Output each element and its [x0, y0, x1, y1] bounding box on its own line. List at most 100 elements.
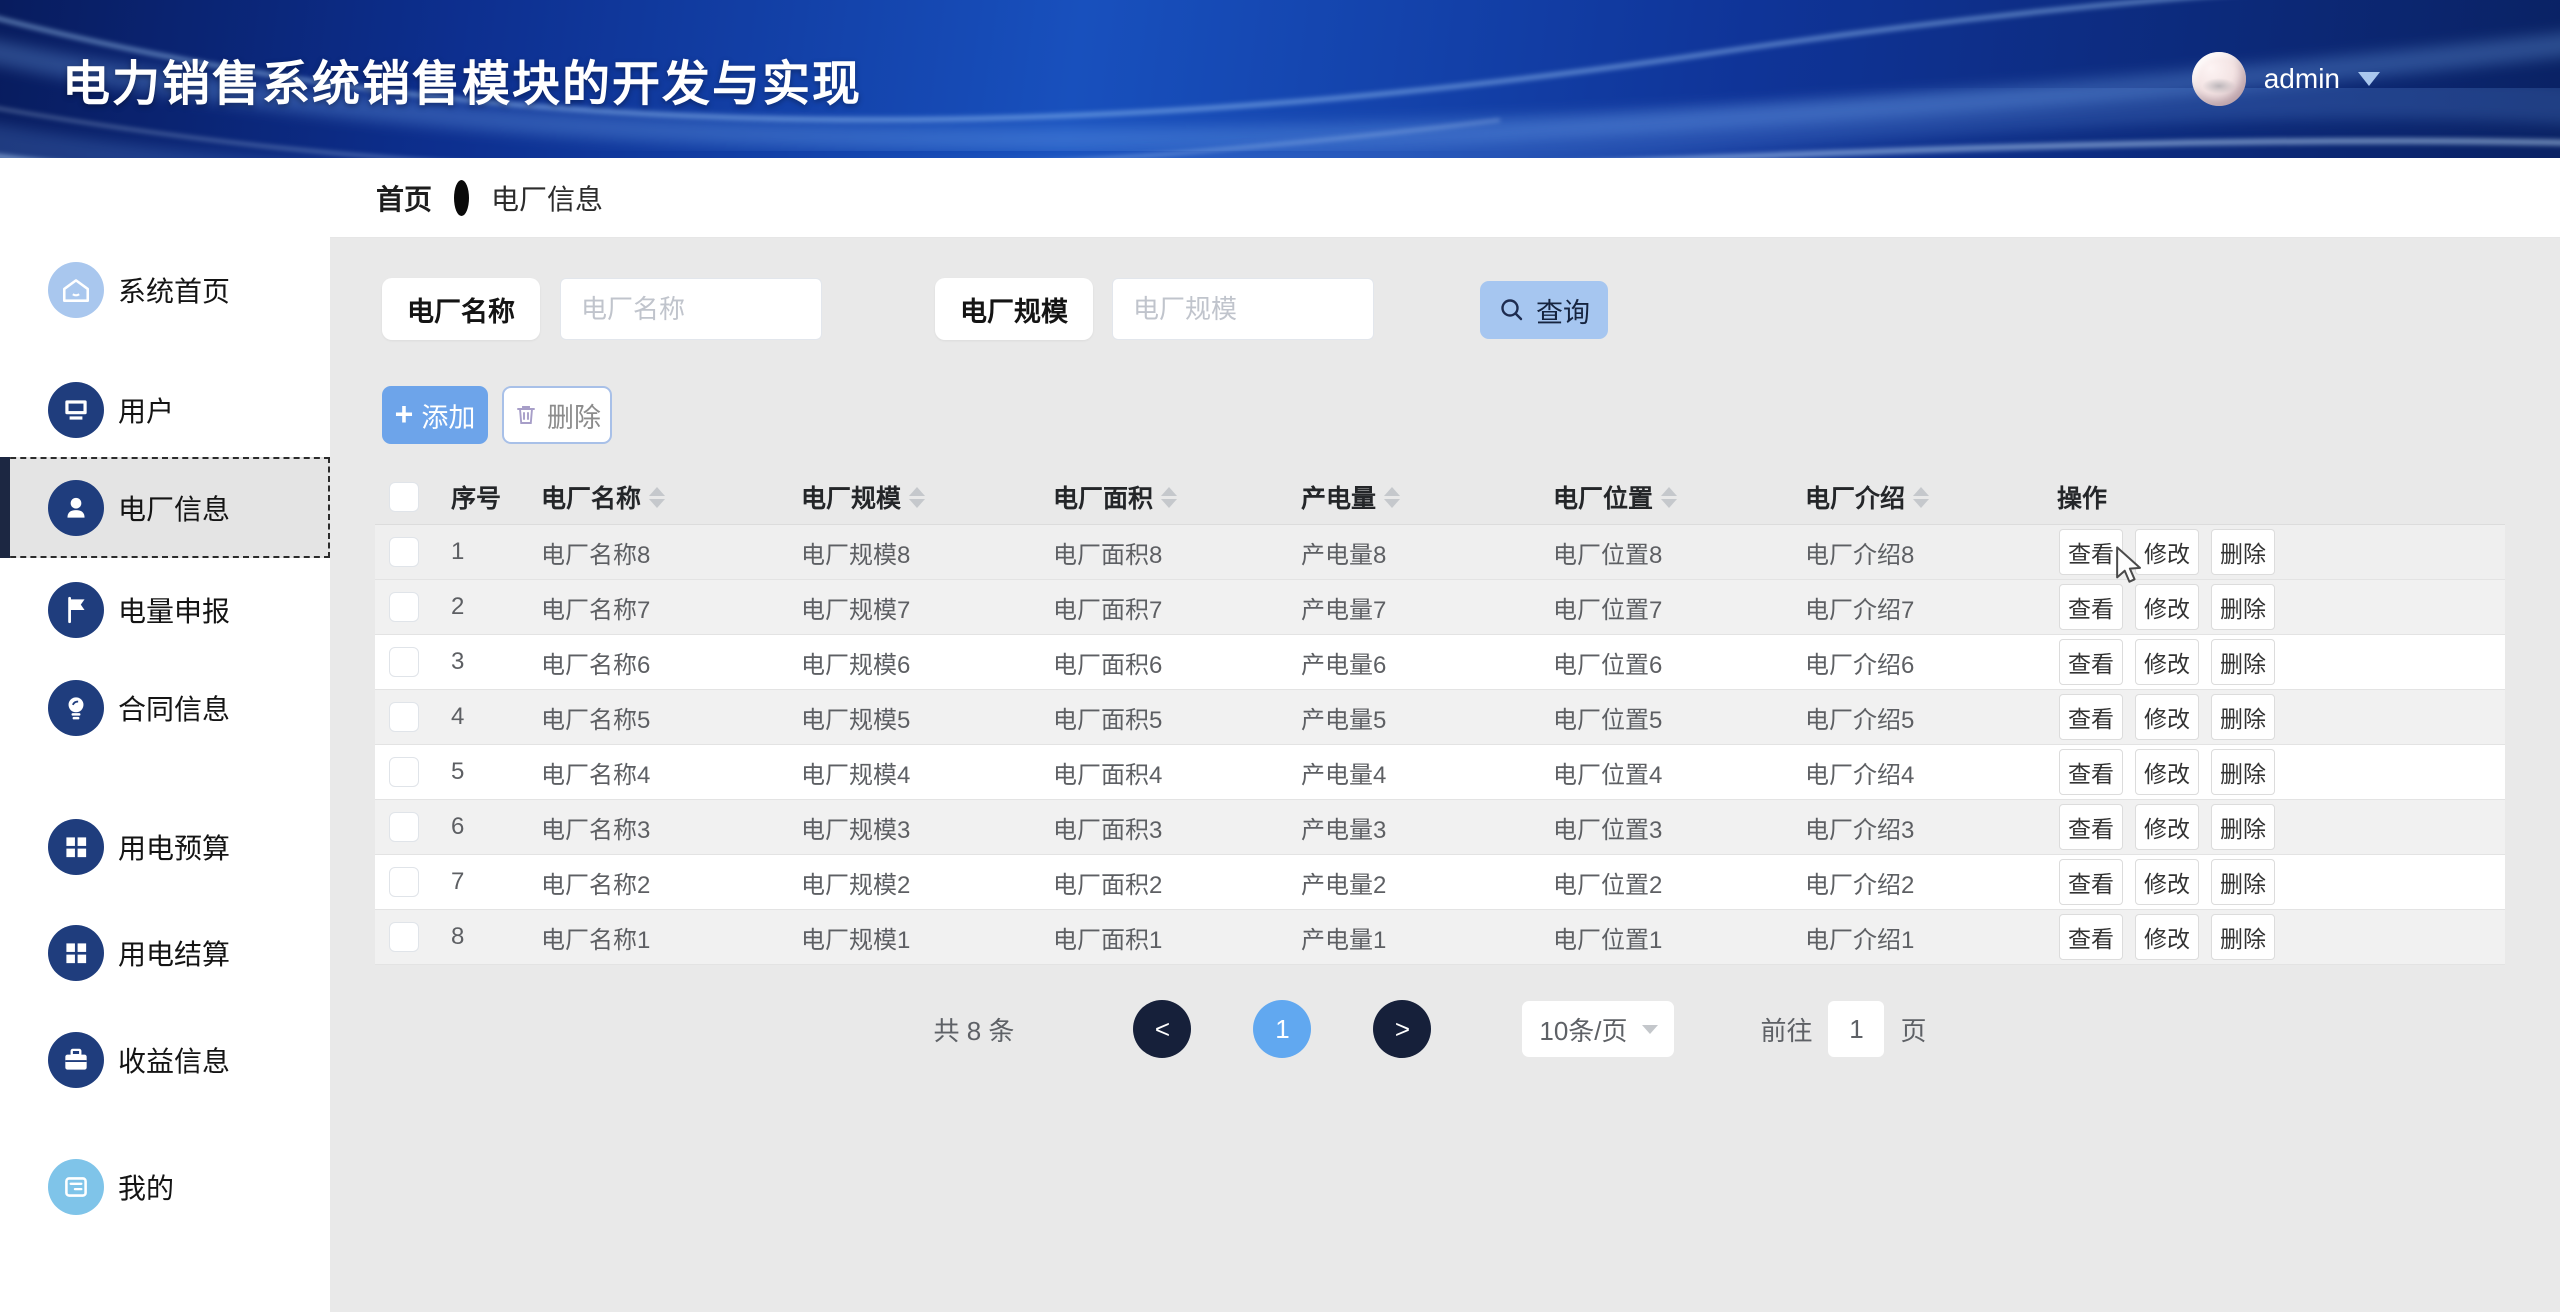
breadcrumb-home[interactable]: 首页	[376, 178, 432, 218]
cell-plant-intro: 电厂介绍5	[1799, 700, 2051, 735]
briefcase-icon	[48, 1032, 104, 1088]
delete-row-button[interactable]: 删除	[2211, 694, 2275, 740]
cell-plant-scale: 电厂规模5	[795, 700, 1047, 735]
active-item-bar	[0, 457, 10, 558]
edit-button[interactable]: 修改	[2135, 914, 2199, 960]
sidebar-item-power-settlement[interactable]: 用电结算	[0, 903, 330, 1003]
person-icon	[48, 480, 104, 536]
sidebar-item-users[interactable]: 用户	[0, 360, 330, 460]
column-header-name[interactable]: 电厂名称	[535, 479, 795, 515]
view-button[interactable]: 查看	[2059, 584, 2123, 630]
delete-button[interactable]: 删除	[502, 386, 612, 444]
cell-power-output: 产电量6	[1295, 645, 1547, 680]
delete-row-button[interactable]: 删除	[2211, 639, 2275, 685]
goto-page-input[interactable]	[1828, 1001, 1884, 1057]
sort-icon[interactable]	[1384, 487, 1400, 508]
edit-button[interactable]: 修改	[2135, 749, 2199, 795]
row-checkbox[interactable]	[389, 867, 419, 897]
cell-plant-scale: 电厂规模8	[795, 535, 1047, 570]
chevron-down-icon	[1642, 1025, 1658, 1034]
cell-index: 5	[445, 758, 535, 786]
query-button[interactable]: 查询	[1480, 281, 1608, 339]
sort-icon[interactable]	[649, 487, 665, 508]
row-checkbox[interactable]	[389, 702, 419, 732]
cell-plant-name: 电厂名称7	[535, 590, 795, 625]
sidebar-item-mine[interactable]: 我的	[0, 1137, 330, 1237]
cell-plant-name: 电厂名称4	[535, 755, 795, 790]
cell-plant-area: 电厂面积1	[1047, 920, 1295, 955]
view-button[interactable]: 查看	[2059, 859, 2123, 905]
row-checkbox[interactable]	[389, 812, 419, 842]
edit-button[interactable]: 修改	[2135, 694, 2199, 740]
add-button[interactable]: + 添加	[382, 386, 488, 444]
delete-row-button[interactable]: 删除	[2211, 584, 2275, 630]
view-button[interactable]: 查看	[2059, 914, 2123, 960]
next-page-button[interactable]: >	[1373, 1000, 1431, 1058]
delete-row-button[interactable]: 删除	[2211, 529, 2275, 575]
sidebar-item-system-home[interactable]: 系统首页	[0, 240, 330, 340]
edit-button[interactable]: 修改	[2135, 859, 2199, 905]
column-header-index[interactable]: 序号	[445, 479, 535, 515]
sidebar-item-contract-info[interactable]: 合同信息	[0, 658, 330, 758]
column-header-actions: 操作	[2051, 479, 2505, 515]
table-row: 1 电厂名称8 电厂规模8 电厂面积8 产电量8 电厂位置8 电厂介绍8 查看 …	[375, 525, 2505, 580]
page-title: 电力销售系统销售模块的开发与实现	[62, 44, 862, 114]
sidebar-item-power-budget[interactable]: 用电预算	[0, 797, 330, 897]
delete-row-button[interactable]: 删除	[2211, 749, 2275, 795]
sort-icon[interactable]	[1661, 487, 1677, 508]
page-size-value: 10条/页	[1539, 1011, 1627, 1048]
add-button-label: 添加	[421, 396, 475, 435]
edit-button[interactable]: 修改	[2135, 804, 2199, 850]
sidebar-item-label: 电厂信息	[118, 488, 230, 528]
row-checkbox[interactable]	[389, 757, 419, 787]
avatar[interactable]	[2192, 52, 2246, 106]
edit-button[interactable]: 修改	[2135, 529, 2199, 575]
cell-index: 1	[445, 538, 535, 566]
delete-row-button[interactable]: 删除	[2211, 914, 2275, 960]
edit-button[interactable]: 修改	[2135, 584, 2199, 630]
goto-prefix: 前往	[1760, 1011, 1812, 1048]
sidebar-item-label: 系统首页	[118, 270, 230, 310]
plant-scale-label: 电厂规模	[935, 278, 1093, 340]
sidebar-item-revenue-info[interactable]: 收益信息	[0, 1010, 330, 1110]
sort-icon[interactable]	[1913, 487, 1929, 508]
select-all-checkbox[interactable]	[389, 482, 419, 512]
view-button[interactable]: 查看	[2059, 749, 2123, 795]
column-header-scale[interactable]: 电厂规模	[795, 479, 1047, 515]
view-button[interactable]: 查看	[2059, 639, 2123, 685]
sort-icon[interactable]	[1161, 487, 1177, 508]
sort-icon[interactable]	[909, 487, 925, 508]
column-header-location[interactable]: 电厂位置	[1547, 479, 1799, 515]
row-checkbox[interactable]	[389, 537, 419, 567]
delete-row-button[interactable]: 删除	[2211, 804, 2275, 850]
user-menu[interactable]: admin	[2192, 52, 2380, 106]
view-button[interactable]: 查看	[2059, 529, 2123, 575]
card-icon	[48, 1159, 104, 1215]
cell-plant-scale: 电厂规模6	[795, 645, 1047, 680]
view-button[interactable]: 查看	[2059, 694, 2123, 740]
row-checkbox[interactable]	[389, 647, 419, 677]
row-checkbox[interactable]	[389, 922, 419, 952]
row-checkbox[interactable]	[389, 592, 419, 622]
column-header-intro[interactable]: 电厂介绍	[1799, 479, 2051, 515]
sidebar-item-plant-info[interactable]: 电厂信息	[0, 457, 330, 558]
column-header-area[interactable]: 电厂面积	[1047, 479, 1295, 515]
page-1-button[interactable]: 1	[1253, 1000, 1311, 1058]
plant-scale-input[interactable]	[1112, 278, 1374, 340]
view-button[interactable]: 查看	[2059, 804, 2123, 850]
sidebar-item-label: 收益信息	[118, 1040, 230, 1080]
table-row: 3 电厂名称6 电厂规模6 电厂面积6 产电量6 电厂位置6 电厂介绍6 查看 …	[375, 635, 2505, 690]
magnifier-icon	[1498, 296, 1526, 324]
table-header-row: 序号 电厂名称 电厂规模 电厂面积 产电量 电厂位置 电厂介绍 操作	[375, 470, 2505, 525]
cell-plant-name: 电厂名称1	[535, 920, 795, 955]
plant-name-input[interactable]	[560, 278, 822, 340]
sidebar-item-power-declare[interactable]: 电量申报	[0, 560, 330, 660]
caret-down-icon	[2358, 72, 2380, 86]
column-header-output[interactable]: 产电量	[1295, 479, 1547, 515]
page-size-select[interactable]: 10条/页	[1522, 1001, 1674, 1057]
delete-row-button[interactable]: 删除	[2211, 859, 2275, 905]
prev-page-button[interactable]: <	[1133, 1000, 1191, 1058]
edit-button[interactable]: 修改	[2135, 639, 2199, 685]
cell-plant-scale: 电厂规模3	[795, 810, 1047, 845]
cell-plant-area: 电厂面积6	[1047, 645, 1295, 680]
